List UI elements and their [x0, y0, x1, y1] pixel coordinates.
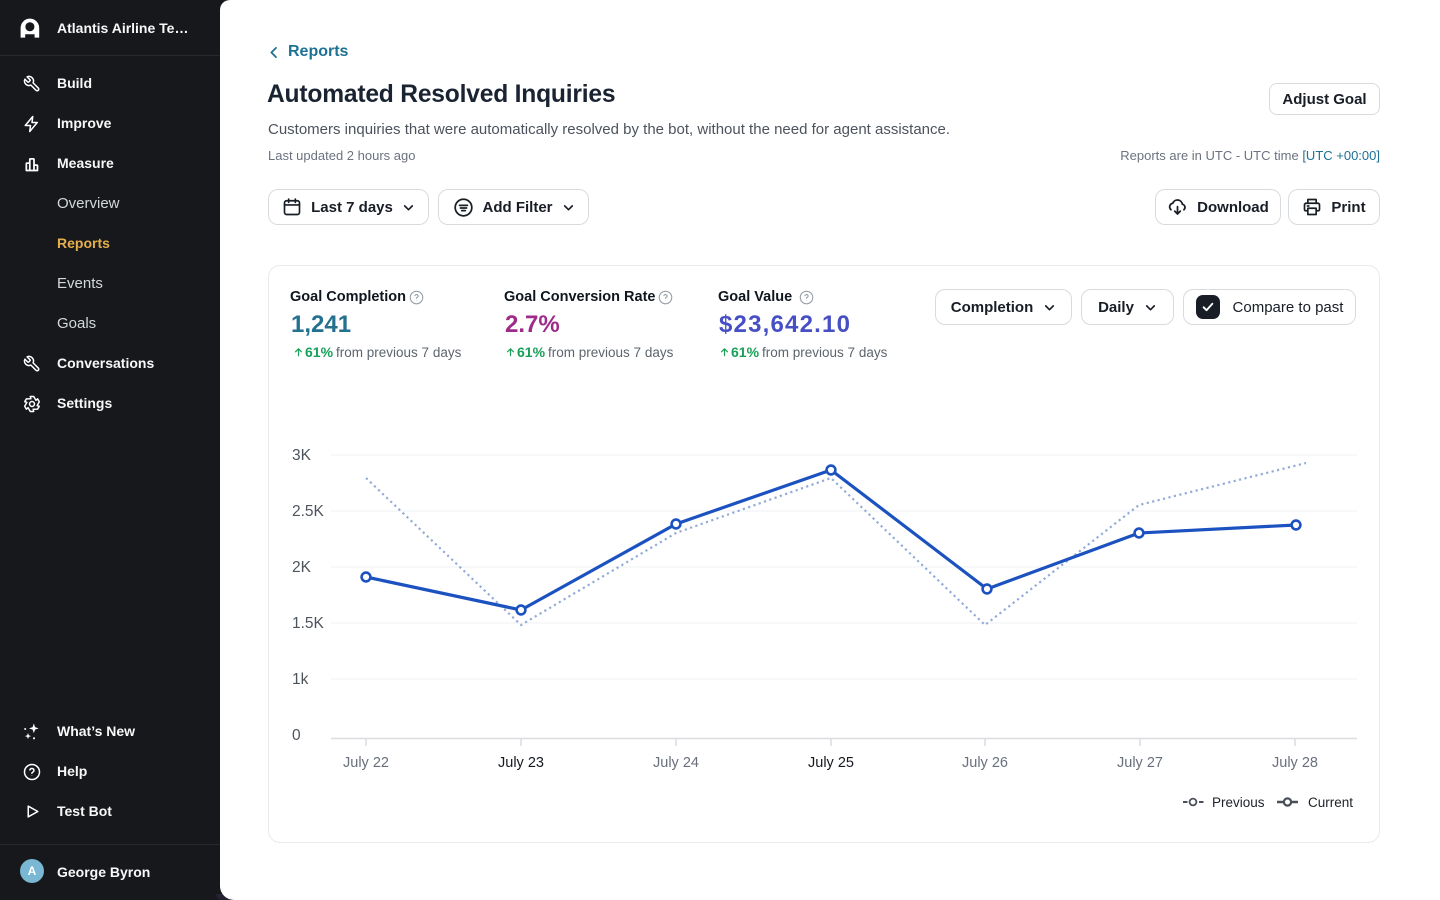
svg-text:1k: 1k — [292, 671, 309, 688]
svg-text:2K: 2K — [292, 559, 312, 576]
svg-text:July 27: July 27 — [1117, 755, 1163, 771]
svg-text:July 23: July 23 — [498, 755, 544, 771]
svg-text:July 26: July 26 — [962, 755, 1008, 771]
svg-text:July 24: July 24 — [653, 755, 699, 771]
svg-text:2.5K: 2.5K — [292, 503, 325, 520]
svg-text:Previous: Previous — [1212, 795, 1265, 810]
svg-text:July 28: July 28 — [1272, 755, 1318, 771]
svg-text:0: 0 — [292, 727, 301, 744]
svg-text:3K: 3K — [292, 447, 312, 464]
svg-text:1.5K: 1.5K — [292, 615, 325, 632]
svg-text:Current: Current — [1308, 795, 1353, 810]
svg-text:July 25: July 25 — [808, 755, 854, 771]
svg-text:July 22: July 22 — [343, 755, 389, 771]
